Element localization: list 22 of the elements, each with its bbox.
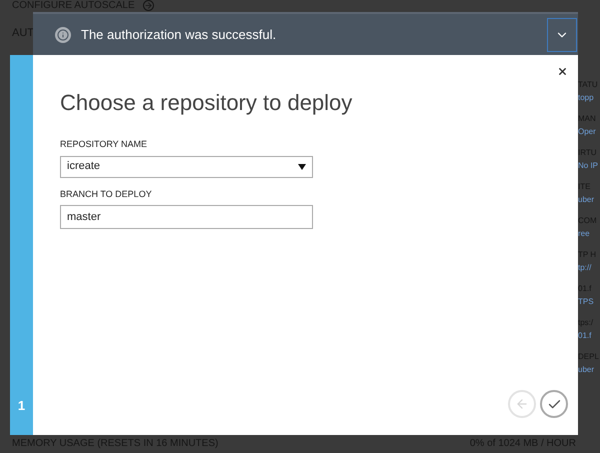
notification-message: The authorization was successful. — [81, 26, 278, 44]
property-fragment: TPS — [578, 297, 595, 307]
arrow-left-icon — [515, 397, 529, 411]
property-fragment: No IP — [578, 161, 600, 171]
step-number: 1 — [18, 396, 26, 414]
branch-input-field[interactable]: master — [60, 205, 313, 229]
property-fragment: topp — [578, 93, 595, 103]
dropdown-caret-icon — [298, 164, 306, 170]
property-fragment: uber — [578, 195, 596, 205]
property-fragment: ree — [578, 229, 591, 239]
close-button[interactable] — [556, 65, 568, 77]
repository-select[interactable]: icreate — [60, 156, 313, 178]
confirm-button[interactable] — [540, 390, 568, 418]
property-fragment: tp:// — [578, 263, 592, 273]
info-icon — [55, 26, 71, 42]
dialog-title: Choose a repository to deploy — [60, 89, 352, 117]
property-fragment: 01.f — [578, 331, 592, 341]
property-fragment: uber — [578, 365, 596, 375]
property-fragment: Oper — [578, 127, 597, 137]
field-label: BRANCH TO DEPLOY — [60, 188, 152, 200]
field-label: REPOSITORY NAME — [60, 138, 148, 151]
close-icon — [556, 66, 568, 76]
